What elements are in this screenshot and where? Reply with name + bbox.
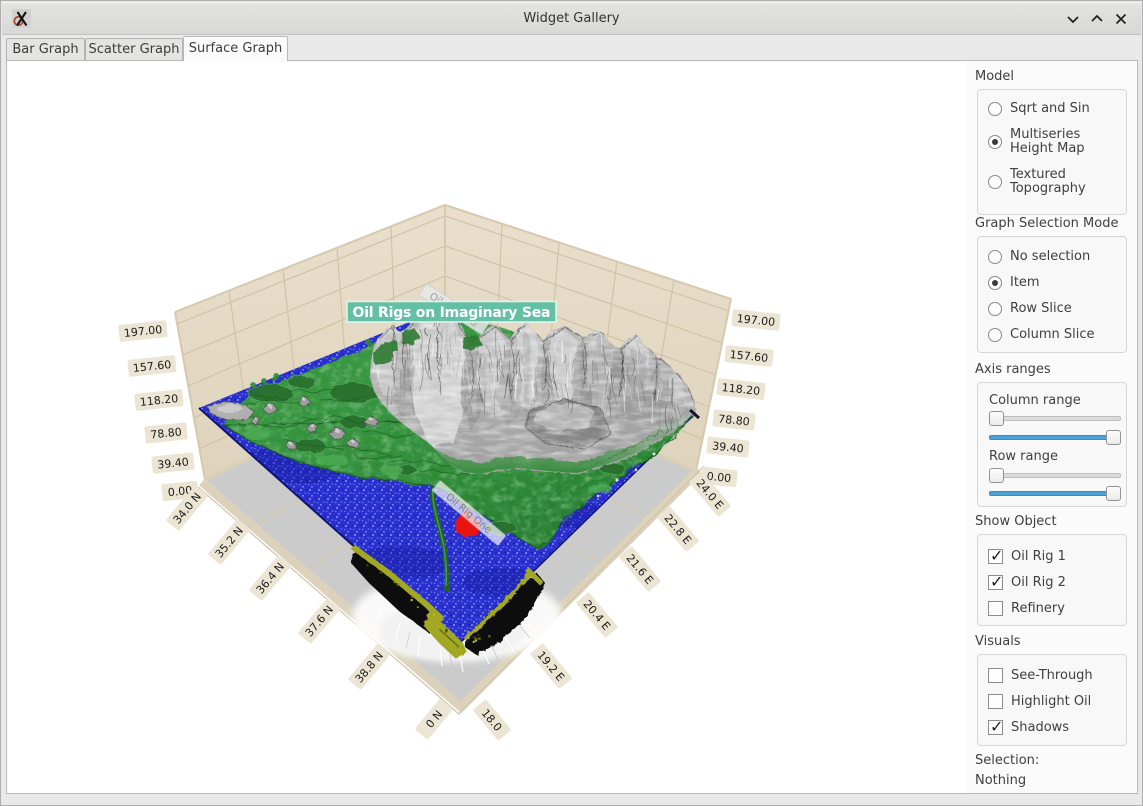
selection-mode-groupbox: No selection Item Row Slice Column Slice: [977, 236, 1127, 353]
visuals-section-label: Visuals: [975, 634, 1021, 649]
checkbox-oil-rig-2[interactable]: Oil Rig 2: [988, 575, 1066, 590]
tab-surface-graph[interactable]: Surface Graph: [183, 36, 288, 61]
window-title: Widget Gallery: [2, 2, 1141, 35]
slider-groove-filled[interactable]: [989, 435, 1121, 440]
surface-plot: Oil Rig Two Oil Rigs on Imaginary Sea Oi…: [8, 62, 966, 793]
checkbox-checked-icon[interactable]: [988, 575, 1003, 590]
close-button[interactable]: [1112, 10, 1130, 28]
radio-sqrt-sin[interactable]: Sqrt and Sin: [988, 102, 1090, 116]
radio-icon[interactable]: [988, 250, 1002, 264]
selection-caption: Selection:: [975, 753, 1039, 768]
row-max-slider[interactable]: [989, 486, 1121, 501]
radio-multiseries-height-map[interactable]: Multiseries Height Map: [988, 128, 1096, 156]
svg-text:Oil Rigs on Imaginary Sea: Oil Rigs on Imaginary Sea: [353, 305, 551, 321]
tab-scatter-graph[interactable]: Scatter Graph: [85, 38, 183, 61]
checkbox-see-through[interactable]: See-Through: [988, 668, 1093, 683]
checkbox-oil-rig-1[interactable]: Oil Rig 1: [988, 549, 1066, 564]
radio-icon[interactable]: [988, 302, 1002, 316]
slider-groove[interactable]: [989, 473, 1121, 478]
slider-handle[interactable]: [1106, 486, 1121, 501]
radio-row-slice[interactable]: Row Slice: [988, 302, 1072, 316]
radio-textured-topography[interactable]: Textured Topography: [988, 168, 1096, 196]
show-object-groupbox: Oil Rig 1 Oil Rig 2 Refinery: [977, 534, 1127, 626]
surface-graph-view[interactable]: Oil Rig Two Oil Rigs on Imaginary Sea Oi…: [8, 62, 966, 793]
visuals-groupbox: See-Through Highlight Oil Shadows: [977, 654, 1127, 746]
app-window: Widget Gallery Bar Graph Scatter Graph S…: [0, 0, 1143, 806]
chart-title: Oil Rigs on Imaginary Sea: [347, 302, 556, 323]
checkbox-shadows[interactable]: Shadows: [988, 720, 1069, 735]
slider-handle[interactable]: [989, 468, 1004, 483]
selection-mode-section-label: Graph Selection Mode: [975, 216, 1118, 231]
slider-handle[interactable]: [989, 411, 1004, 426]
column-max-slider[interactable]: [989, 430, 1121, 445]
checkbox-checked-icon[interactable]: [988, 720, 1003, 735]
show-object-section-label: Show Object: [975, 514, 1057, 529]
checkbox-refinery[interactable]: Refinery: [988, 601, 1065, 616]
slider-groove[interactable]: [989, 416, 1121, 421]
tab-pane: Oil Rig Two Oil Rigs on Imaginary Sea Oi…: [6, 60, 1138, 794]
tab-bar-graph[interactable]: Bar Graph: [6, 38, 85, 61]
radio-icon[interactable]: [988, 175, 1002, 189]
axis-ranges-groupbox: Column range Row range: [977, 382, 1127, 507]
maximize-button[interactable]: [1088, 10, 1106, 28]
radio-item[interactable]: Item: [988, 276, 1040, 290]
axis-ranges-section-label: Axis ranges: [975, 362, 1051, 377]
radio-icon[interactable]: [988, 328, 1002, 342]
checkbox-icon[interactable]: [988, 694, 1003, 709]
model-section-label: Model: [975, 69, 1014, 84]
selection-value: Nothing: [975, 773, 1026, 788]
checkbox-icon[interactable]: [988, 668, 1003, 683]
column-min-slider[interactable]: [989, 411, 1121, 426]
radio-column-slice[interactable]: Column Slice: [988, 328, 1095, 342]
slider-groove-filled[interactable]: [989, 491, 1121, 496]
slider-handle[interactable]: [1106, 430, 1121, 445]
row-min-slider[interactable]: [989, 468, 1121, 483]
radio-icon-selected[interactable]: [988, 276, 1002, 290]
checkbox-icon[interactable]: [988, 601, 1003, 616]
checkbox-highlight-oil[interactable]: Highlight Oil: [988, 694, 1091, 709]
row-range-label: Row range: [989, 449, 1058, 464]
radio-icon-selected[interactable]: [988, 135, 1002, 149]
radio-icon[interactable]: [988, 102, 1002, 116]
title-bar[interactable]: Widget Gallery: [2, 2, 1141, 35]
radio-no-selection[interactable]: No selection: [988, 250, 1090, 264]
model-groupbox: Sqrt and Sin Multiseries Height Map Text…: [977, 89, 1127, 215]
column-range-label: Column range: [989, 393, 1081, 408]
checkbox-checked-icon[interactable]: [988, 549, 1003, 564]
minimize-button[interactable]: [1064, 10, 1082, 28]
